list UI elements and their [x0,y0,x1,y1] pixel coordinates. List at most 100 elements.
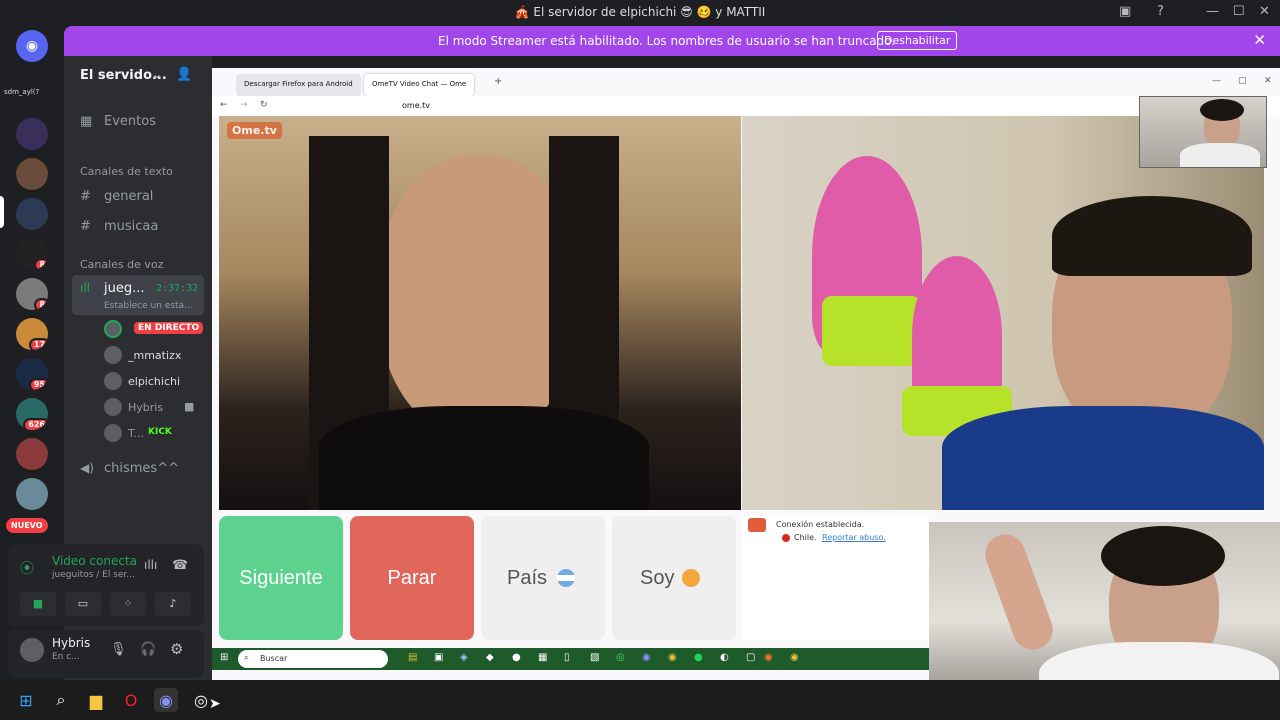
chat-panel: Conexión establecida. Chile. Reportar ab… [742,516,929,640]
voice-sub-text: jueguitos / El ser... [52,570,135,580]
disable-button[interactable]: Deshabilitar [877,31,958,50]
gender-button[interactable]: Soy [612,516,736,640]
server-icon[interactable] [16,198,48,230]
minimize-icon[interactable]: — [1212,76,1221,86]
video-camera-icon: ■ [184,400,195,413]
shirt-shape [319,406,649,510]
file-icon[interactable]: ▯ [564,652,570,663]
disconnect-icon[interactable]: ☎ [172,558,188,573]
inner-search-box[interactable]: ⌕ Buscar [238,650,388,668]
app-icon[interactable]: ▦ [538,652,547,663]
help-icon[interactable]: ? [1157,4,1164,19]
server-icon[interactable]: 95 [16,358,48,390]
minimize-button[interactable]: — [1206,4,1219,19]
close-banner-icon[interactable]: ✕ [1253,31,1266,49]
user-name[interactable]: Hybris [52,636,90,650]
back-icon[interactable]: ← [220,100,228,110]
screen-share-button[interactable]: ▭ [65,592,101,616]
windows-start-icon[interactable]: ⊞ [220,652,228,663]
opera-icon[interactable]: O [119,688,143,712]
restore-icon[interactable]: ▢ [1238,76,1247,86]
hash-icon: # [80,219,91,234]
server-icon[interactable]: 8 [16,278,48,310]
inbox-icon[interactable]: ▣ [1119,4,1131,19]
gear-icon[interactable]: ⚙ [170,640,183,658]
close-window-button[interactable]: ✕ [1259,4,1270,19]
new-tab-icon[interactable]: + [494,76,502,87]
url-text[interactable]: ome.tv [402,101,430,110]
discord-icon[interactable]: ◉ [642,652,651,663]
folder-icon[interactable]: ▆ [84,688,108,712]
whatsapp-icon[interactable]: ◎ [616,652,625,663]
voice-user[interactable]: Hybris [128,401,163,414]
server-icon[interactable] [16,438,48,470]
server-icon[interactable] [16,478,48,510]
camera-toggle-button[interactable]: ■ [20,592,56,616]
app-icon[interactable]: ▣ [434,652,443,663]
server-icon[interactable]: 8 [16,238,48,270]
headphones-icon[interactable]: 🎧 [140,642,156,657]
maximize-button[interactable]: ☐ [1233,4,1245,19]
avatar[interactable] [104,372,122,390]
jersey-shape [942,406,1264,510]
stop-button[interactable]: Parar [350,516,474,640]
country-button[interactable]: País [481,516,605,640]
server-icon[interactable] [16,158,48,190]
chrome-icon[interactable]: ◉ [668,652,677,663]
spotify-icon[interactable]: ● [694,652,703,663]
hair-shape [1052,196,1252,276]
server-icon[interactable] [16,118,48,150]
add-user-icon[interactable]: 👤 [176,67,192,82]
avatar[interactable] [104,424,122,442]
app-icon[interactable]: ▤ [408,652,417,663]
me-label: Soy [640,566,675,589]
signal-icon[interactable]: ⦿ [20,558,34,578]
chrome-icon[interactable]: ◉ [790,652,799,663]
activities-button[interactable]: ⁘ [110,592,146,616]
noise-suppression-icon[interactable]: ıllı [144,558,157,572]
chevron-down-icon[interactable]: ⌄ [152,67,162,81]
soundboard-button[interactable]: ♪ [155,592,191,616]
channel-general[interactable]: general [104,189,153,204]
report-link[interactable]: Reportar abuso. [822,533,886,542]
close-icon[interactable]: ✕ [1264,76,1272,86]
ometv-logo: Ome.tv [227,122,282,139]
voice-user[interactable]: elpichichi [128,375,180,388]
voice-category[interactable]: Canales de voz [80,258,163,271]
discord-icon[interactable]: ◉ [154,688,178,712]
microphone-icon[interactable]: 🎙 [110,642,127,657]
next-button[interactable]: Siguiente [219,516,343,640]
server-icon[interactable]: 17 [16,318,48,350]
windows-start-icon[interactable]: ⊞ [14,688,38,712]
avatar[interactable] [104,320,122,338]
local-video [742,116,1264,510]
discord-home-icon[interactable]: ◉ [16,30,48,62]
reload-icon[interactable]: ↻ [260,100,268,110]
server-icon[interactable]: 626 [16,398,48,430]
steam-icon[interactable]: ◈ [460,652,468,663]
events-link[interactable]: Eventos [104,114,156,129]
avatar[interactable] [104,398,122,416]
app-icon[interactable]: ◐ [720,652,729,663]
browser-tab-active[interactable]: OmeTV Video Chat — Ome [364,74,475,96]
app-icon[interactable]: ▧ [590,652,599,663]
channel-musicaa[interactable]: musicaa [104,219,158,234]
text-category[interactable]: Canales de texto [80,165,173,178]
voice-user[interactable]: _mmatizx [128,349,181,362]
kick-badge: KICK [148,427,172,437]
voice-channel-chismes[interactable]: chismes^^ [104,461,179,476]
shirt-shape [1180,143,1260,167]
voice-user[interactable]: T... [128,427,144,440]
search-icon[interactable]: ⌕ [49,688,73,712]
firefox-icon[interactable]: ◉ [764,652,773,663]
voice-channel-name: jueg... [104,281,145,296]
avatar[interactable] [104,346,122,364]
forward-icon[interactable]: → [240,100,248,110]
cursor-icon: ➤ [209,696,221,712]
avatar[interactable] [20,638,44,662]
app-icon[interactable]: ● [512,652,521,663]
app-icon[interactable]: ▢ [746,652,755,663]
app-icon[interactable]: ◆ [486,652,494,663]
browser-tab[interactable]: Descargar Firefox para Android [236,74,361,96]
voice-channel-active[interactable]: ıll jueg... 2:37:32 Establece un esta... [72,275,204,315]
